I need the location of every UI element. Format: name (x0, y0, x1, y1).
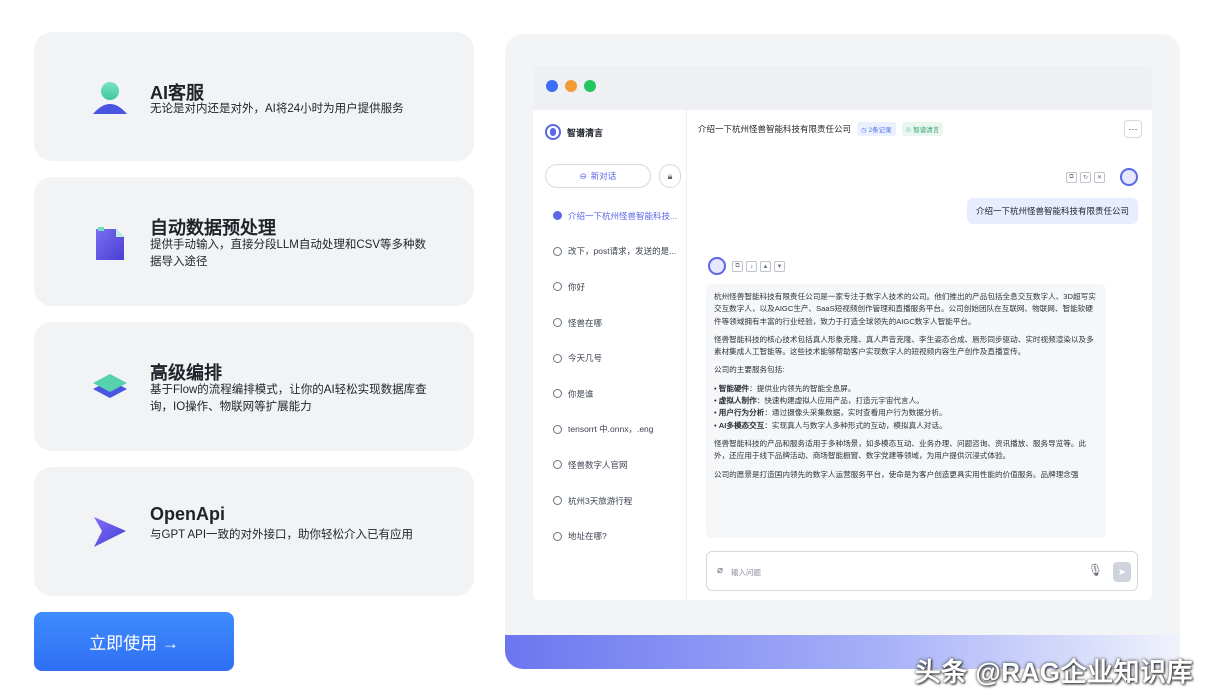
chat-bubble-icon (553, 246, 562, 256)
answer-paragraph: 公司的愿景是打造国内领先的数字人运营服务平台，使命是为客户创造更具实用性能的价值… (714, 469, 1079, 479)
feature-description: 与GPT API一致的对外接口，助你轻松介入已有应用 (150, 529, 414, 541)
history-item[interactable]: 你是谁 (533, 376, 687, 412)
delete-icon[interactable]: ✕ (1094, 172, 1105, 183)
history-item[interactable]: 今天几号 (533, 340, 687, 376)
answer-bullet: • 智能硬件：提供业内领先的智能全息屏。 (714, 383, 856, 393)
bot-avatar (708, 257, 726, 275)
app-window: 智谱清言 ⊖ 新对话 🔒︎ 介绍一下杭州怪兽智能科技... 改下，post请求，… (533, 66, 1152, 600)
chat-title: 介绍一下杭州怪兽智能科技有限责任公司 (698, 124, 852, 134)
model-badge: ♲ 智谱清言 (901, 122, 944, 136)
answer-bullet: • AI多模态交互：实现真人与数字人多种形式的互动，模拟真人对话。 (714, 420, 947, 430)
window-dot-blue (546, 80, 558, 92)
lock-icon: 🔒︎ (667, 170, 673, 181)
send-arrow-icon (94, 517, 126, 547)
window-dot-green (584, 80, 596, 92)
chat-bubble-icon (553, 318, 562, 328)
user-message: 介绍一下杭州怪兽智能科技有限责任公司 (966, 198, 1138, 224)
feature-card-openapi: OpenApi 与GPT API一致的对外接口，助你轻松介入已有应用 (34, 467, 474, 596)
thumbs-up-icon[interactable]: ▲ (760, 261, 771, 272)
chat-header: 介绍一下杭州怪兽智能科技有限责任公司 ◷ 2条记录 ♲ 智谱清言 (698, 122, 944, 136)
copy-icon[interactable]: ⧉ (1066, 172, 1077, 183)
speaker-icon[interactable]: ♪ (746, 261, 757, 272)
history-item[interactable]: 怪兽在哪 (533, 305, 687, 341)
document-icon (96, 227, 124, 260)
answer-bullet: • 虚拟人制作：快速构建虚拟人应用产品，打造元宇宙代言人。 (714, 396, 924, 406)
window-dot-orange (565, 80, 577, 92)
bot-message-actions: ⧉ ♪ ▲ ▼ (732, 261, 785, 272)
records-badge: ◷ 2条记录 (857, 122, 896, 136)
window-titlebar (533, 66, 1152, 110)
more-options-button[interactable]: ··· (1124, 120, 1142, 138)
brand-name: 智谱清言 (567, 127, 604, 138)
chat-sidebar: 智谱清言 ⊖ 新对话 🔒︎ 介绍一下杭州怪兽智能科技... 改下，post请求，… (533, 110, 687, 600)
brand-logo-icon (545, 124, 561, 140)
refresh-icon[interactable]: ↻ (1080, 172, 1091, 183)
chat-bubble-icon (553, 353, 562, 363)
history-item[interactable]: 怪兽数字人官网 (533, 447, 687, 483)
bot-answer: 杭州怪兽智能科技有限责任公司是一家专注于数字人技术的公司。他们推出的产品包括全息… (706, 284, 1106, 538)
chat-icon: ⊖ (579, 170, 587, 181)
copy-icon[interactable]: ⧉ (732, 261, 743, 272)
send-button[interactable]: ➤ (1113, 562, 1131, 582)
use-now-button[interactable]: 立即使用 → (34, 612, 234, 671)
history-item[interactable]: 你好 (533, 269, 687, 305)
watermark: 头条 @RAG企业知识库 (914, 657, 1193, 687)
history-item[interactable]: tensorrt 中.onnx，.eng (533, 412, 687, 448)
chat-bubble-icon (553, 460, 562, 470)
answer-paragraph: 怪兽智能科技的产品和服务适用于多种场景，如多模态互动、业务办理、问题咨询、资讯播… (714, 438, 1087, 461)
answer-paragraph: 怪兽智能科技的核心技术包括真人形象克隆、真人声音克隆、李生姿态合成、唇形同步驱动… (714, 334, 1094, 357)
attachment-icon[interactable]: ⌀ (717, 565, 723, 576)
feature-description: 无论是对内还是对外，AI将24小时为用户提供服务 (150, 103, 404, 115)
history-item[interactable]: 介绍一下杭州怪兽智能科技... (533, 198, 687, 234)
layers-icon (93, 374, 127, 398)
chat-main: 介绍一下杭州怪兽智能科技有限责任公司 ◷ 2条记录 ♲ 智谱清言 ··· ⧉ ↻… (688, 110, 1152, 600)
feature-card-advanced-orchestration: 高级编排 基于Flow的流程编排模式，让你的AI轻松实现数据库查询，IO操作、物… (34, 322, 474, 451)
new-chat-label: 新对话 (590, 171, 617, 181)
history-item[interactable]: 地址在哪? (533, 518, 687, 554)
chat-bubble-icon (553, 282, 562, 292)
product-preview: 智谱清言 ⊖ 新对话 🔒︎ 介绍一下杭州怪兽智能科技... 改下，post请求，… (505, 34, 1180, 669)
person-icon (93, 82, 127, 114)
microphone-icon[interactable]: 🎙︎ (1088, 563, 1103, 577)
brand: 智谱清言 (545, 124, 603, 140)
thumbs-down-icon[interactable]: ▼ (774, 261, 785, 272)
answer-bullet: • 用户行为分析：通过摄像头采集数据，实时查看用户行为数据分析。 (714, 408, 947, 418)
answer-paragraph: 杭州怪兽智能科技有限责任公司是一家专注于数字人技术的公司。他们推出的产品包括全息… (714, 292, 1096, 326)
answer-paragraph: 公司的主要服务包括: (714, 365, 785, 375)
feature-description: 提供手动输入，直接分段LLM自动处理和CSV等多种数据导入途径 (150, 239, 427, 268)
chat-bubble-icon (553, 389, 562, 399)
chat-bubble-icon (553, 531, 562, 541)
history-item[interactable]: 杭州3天旅游行程 (533, 483, 687, 519)
user-avatar (1120, 168, 1138, 186)
chat-input-box[interactable]: ⌀ 输入问题 🎙︎ ➤ (706, 551, 1138, 591)
feature-description: 基于Flow的流程编排模式，让你的AI轻松实现数据库查询，IO操作、物联网等扩展… (150, 384, 427, 413)
history-item[interactable]: 改下，post请求，发送的是... (533, 234, 687, 270)
more-icon: ··· (1128, 123, 1138, 134)
chat-bubble-icon (553, 496, 562, 506)
chat-bubble-icon (553, 424, 562, 434)
chat-history-list: 介绍一下杭州怪兽智能科技... 改下，post请求，发送的是... 你好 怪兽在… (533, 198, 687, 554)
chat-input-placeholder: 输入问题 (731, 568, 761, 577)
chat-bubble-icon (553, 211, 562, 221)
feature-card-data-preprocessing: 自动数据预处理 提供手动输入，直接分段LLM自动处理和CSV等多种数据导入途径 (34, 177, 474, 306)
lock-button[interactable]: 🔒︎ (659, 164, 681, 188)
feature-card-ai-service: AI客服 无论是对内还是对外，AI将24小时为用户提供服务 (34, 32, 474, 161)
feature-title: OpenApi (150, 504, 225, 524)
new-chat-button[interactable]: ⊖ 新对话 (545, 164, 651, 188)
user-message-actions: ⧉ ↻ ✕ (1066, 172, 1105, 183)
send-icon: ➤ (1117, 566, 1127, 578)
